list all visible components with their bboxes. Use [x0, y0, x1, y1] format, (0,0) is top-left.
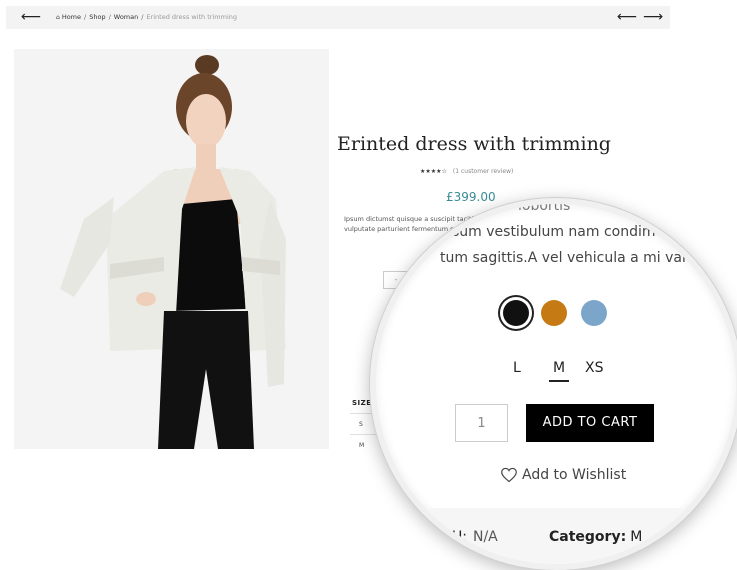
add-to-wishlist-link[interactable]: Add to Wishlist — [500, 467, 626, 483]
size-option-m[interactable]: M — [549, 360, 570, 382]
quantity-input[interactable]: 1 — [455, 404, 508, 442]
magnified-description-line: tum sagittis.A vel vehicula a mi variu — [440, 250, 701, 266]
wishlist-label: Add to Wishlist — [522, 467, 627, 483]
breadcrumb-separator: / — [84, 13, 87, 21]
rating: ★★★★☆ (1 customer review) — [420, 168, 513, 175]
size-table-row: M — [359, 442, 365, 449]
sku-value: N/A — [472, 529, 498, 545]
size-table-heading: SIZE — [352, 399, 372, 407]
product-title: Erinted dress with trimming — [337, 133, 611, 155]
category-meta: Category: M — [549, 529, 642, 545]
magnified-content: lobortis sum vestibulum nam condimo tum … — [376, 204, 736, 564]
breadcrumb-bar: ⟵ ⌂ Home / Shop / Woman / Erinted dress with tr… — [6, 6, 670, 29]
breadcrumb-shop[interactable]: Shop — [89, 13, 105, 21]
model-illustration — [14, 49, 329, 449]
sku-meta: U: N/A — [452, 529, 498, 545]
add-to-cart-button[interactable]: ADD TO CART — [526, 404, 654, 442]
breadcrumb-woman[interactable]: Woman — [114, 13, 138, 21]
magnified-description-line: sum vestibulum nam condimo — [452, 224, 665, 240]
size-table-row: S — [359, 421, 363, 428]
next-product-arrow-icon[interactable]: ⟶ — [643, 10, 663, 24]
color-swatch-orange[interactable] — [541, 300, 567, 326]
breadcrumb-separator: / — [141, 13, 144, 21]
product-image[interactable] — [14, 49, 329, 449]
breadcrumb: ⌂ Home / Shop / Woman / Erinted dress with trim… — [56, 13, 237, 21]
magnifier-lens: lobortis sum vestibulum nam condimo tum … — [370, 198, 737, 570]
magnified-description-line: lobortis — [518, 198, 571, 214]
previous-product-arrow-icon[interactable]: ⟵ — [617, 10, 637, 24]
heart-icon — [501, 467, 517, 483]
color-swatch-blue[interactable] — [581, 300, 607, 326]
back-arrow-icon[interactable]: ⟵ — [21, 10, 41, 24]
review-count-link[interactable]: (1 customer review) — [453, 168, 513, 175]
breadcrumb-separator: / — [108, 13, 111, 21]
size-option-xs[interactable]: XS — [585, 360, 603, 376]
rating-stars-icon: ★★★★☆ — [420, 168, 447, 175]
size-option-l[interactable]: L — [513, 360, 521, 376]
category-link[interactable]: M — [630, 529, 642, 545]
breadcrumb-current: Erinted dress with trimming — [146, 13, 237, 21]
home-icon[interactable]: ⌂ — [56, 14, 60, 21]
breadcrumb-home[interactable]: Home — [62, 13, 81, 21]
product-price: £399.00 — [446, 190, 496, 204]
color-swatch-black[interactable] — [503, 300, 529, 326]
category-label: Category: — [549, 529, 627, 545]
sku-label: U: — [452, 529, 467, 545]
